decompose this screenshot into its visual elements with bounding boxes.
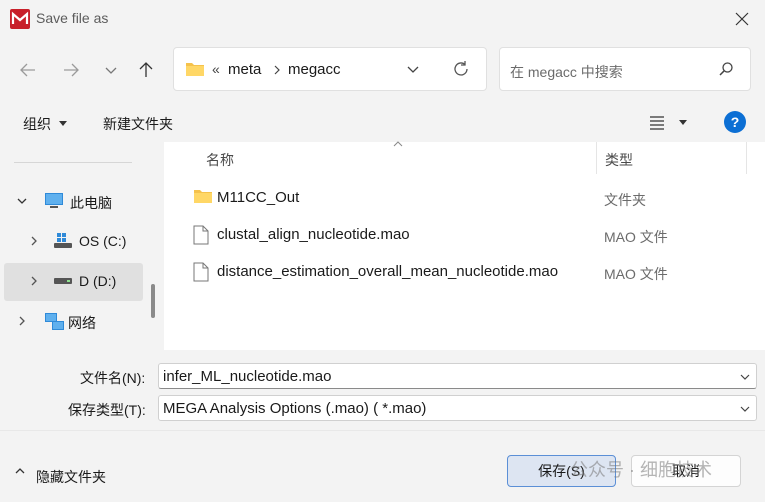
file-icon <box>193 262 209 282</box>
window-title: Save file as <box>36 10 109 26</box>
sidebar-item-label: 网络 <box>68 315 96 331</box>
breadcrumb-overflow[interactable]: « <box>212 61 220 77</box>
file-type: 文件夹 <box>604 192 646 208</box>
sidebar-item-this-pc[interactable]: 此电脑 <box>4 183 143 221</box>
arrow-left-icon <box>20 63 35 77</box>
hide-folders-label: 隐藏文件夹 <box>36 469 106 485</box>
file-row[interactable]: distance_estimation_overall_mean_nucleot… <box>186 255 756 289</box>
close-icon <box>735 12 749 26</box>
address-bar[interactable]: « meta megacc <box>173 47 487 91</box>
new-folder-button[interactable]: 新建文件夹 <box>103 114 173 134</box>
chevron-right-icon[interactable] <box>16 315 28 327</box>
sidebar-item-label: D (D:) <box>79 273 117 289</box>
file-type: MAO 文件 <box>604 229 668 245</box>
chevron-down-icon[interactable] <box>406 62 420 76</box>
mega-app-icon <box>10 9 30 29</box>
file-list: 名称 类型 M11CC_Out 文件夹 clustal_align_nucleo… <box>164 141 765 350</box>
recent-locations-button[interactable] <box>96 55 126 85</box>
chevron-down-icon <box>740 406 750 412</box>
sidebar-item-label: 此电脑 <box>70 195 112 211</box>
close-button[interactable] <box>722 4 762 34</box>
sort-ascending-icon <box>393 141 403 147</box>
file-row[interactable]: clustal_align_nucleotide.mao MAO 文件 <box>186 218 756 252</box>
computer-icon <box>45 193 63 208</box>
chevron-up-icon <box>15 468 25 474</box>
breadcrumb-item-meta[interactable]: meta <box>228 61 261 78</box>
sidebar-item-network[interactable]: 网络 <box>4 303 143 341</box>
organize-button[interactable]: 组织 <box>23 114 67 134</box>
file-row-folder[interactable]: M11CC_Out 文件夹 <box>186 181 756 215</box>
search-placeholder[interactable]: 在 megacc 中搜索 <box>510 62 623 82</box>
sidebar-divider <box>14 162 132 163</box>
navigation-pane: 此电脑 OS (C:) D (D:) 网络 <box>0 142 164 350</box>
filetype-select[interactable]: MEGA Analysis Options (.mao) ( *.mao) <box>158 395 757 421</box>
folder-icon <box>194 190 212 203</box>
filename-value[interactable]: infer_ML_nucleotide.mao <box>163 368 331 385</box>
up-button[interactable] <box>131 55 161 85</box>
forward-button[interactable] <box>56 55 86 85</box>
chevron-right-icon[interactable] <box>28 275 40 287</box>
search-box[interactable]: 在 megacc 中搜索 <box>499 47 751 91</box>
sidebar-item-label: OS (C:) <box>79 233 127 249</box>
file-name: distance_estimation_overall_mean_nucleot… <box>217 263 559 280</box>
command-bar: 组织 新建文件夹 ? <box>0 102 765 142</box>
chevron-down-icon[interactable] <box>16 195 28 207</box>
refresh-icon[interactable] <box>452 60 470 78</box>
file-icon <box>193 225 209 245</box>
chevron-right-icon[interactable] <box>28 235 40 247</box>
breadcrumb-chevron-icon <box>274 65 280 75</box>
save-form: 文件名(N): infer_ML_nucleotide.mao 保存类型(T):… <box>0 350 765 430</box>
column-divider[interactable] <box>596 142 597 174</box>
filename-label: 文件名(N): <box>80 370 146 386</box>
network-icon <box>45 313 64 330</box>
folder-icon <box>186 63 204 76</box>
organize-label: 组织 <box>23 116 51 132</box>
sidebar-item-os-c[interactable]: OS (C:) <box>4 223 143 261</box>
search-icon[interactable] <box>718 61 734 77</box>
sidebar-scrollbar[interactable] <box>151 284 155 318</box>
file-name: M11CC_Out <box>217 189 300 206</box>
help-button[interactable]: ? <box>724 111 746 133</box>
column-header-type[interactable]: 类型 <box>605 150 633 170</box>
caret-down-icon <box>58 121 67 126</box>
filename-input[interactable]: infer_ML_nucleotide.mao <box>158 363 757 389</box>
chevron-down-icon <box>105 67 117 74</box>
column-divider[interactable] <box>746 142 747 174</box>
windows-drive-icon <box>54 233 72 248</box>
file-name: clustal_align_nucleotide.mao <box>217 226 410 243</box>
arrow-up-icon <box>139 62 153 77</box>
title-bar: Save file as <box>0 0 765 38</box>
watermark: 公众号 · 细胞技术 <box>570 460 712 480</box>
chevron-down-icon[interactable] <box>739 372 751 382</box>
file-type: MAO 文件 <box>604 266 668 282</box>
breadcrumb-item-megacc[interactable]: megacc <box>288 61 341 78</box>
view-options-button[interactable] <box>646 111 696 136</box>
filetype-label: 保存类型(T): <box>68 402 146 418</box>
dialog-footer: 隐藏文件夹 保存(S) 取消 公众号 · 细胞技术 <box>0 430 765 502</box>
list-view-icon <box>650 116 687 130</box>
column-header-name[interactable]: 名称 <box>206 150 234 170</box>
filetype-value: MEGA Analysis Options (.mao) ( *.mao) <box>163 400 427 417</box>
drive-icon <box>54 278 72 284</box>
back-button[interactable] <box>13 55 43 85</box>
arrow-right-icon <box>64 63 79 77</box>
sidebar-item-d-drive[interactable]: D (D:) <box>4 263 143 301</box>
